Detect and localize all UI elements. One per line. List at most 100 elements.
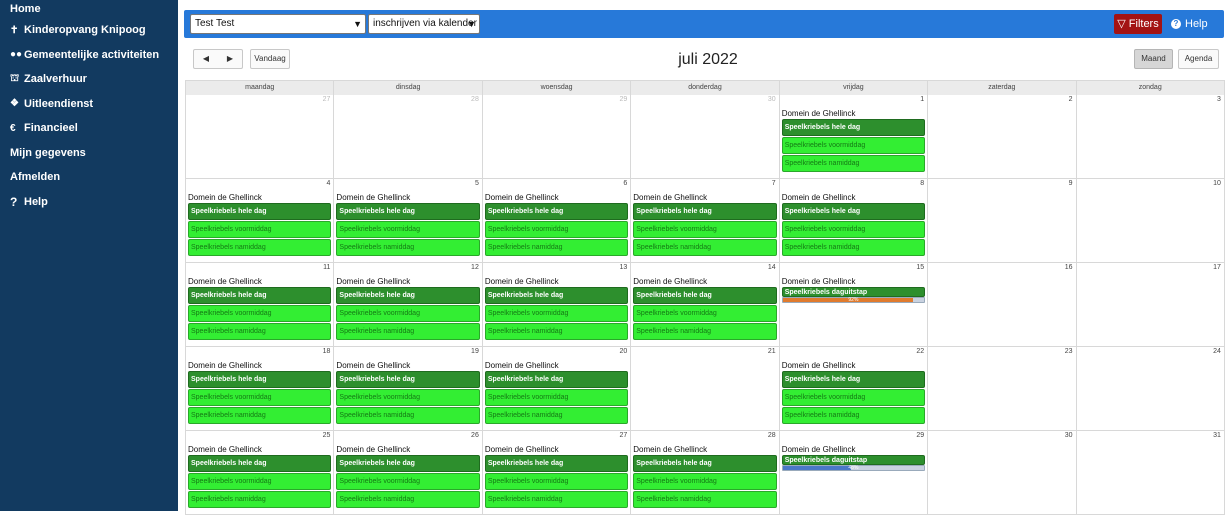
event-morning[interactable]: Speelkriebels voormiddag bbox=[484, 473, 629, 490]
event-morning[interactable]: Speelkriebels voormiddag bbox=[336, 473, 480, 490]
event-morning[interactable]: Speelkriebels voormiddag bbox=[781, 137, 926, 154]
day-number[interactable]: 7 bbox=[772, 180, 776, 187]
day-cell[interactable]: 22 Domein de Ghellinck Speelkriebels hele … bbox=[778, 347, 927, 430]
day-cell[interactable]: 26 Domein de Ghellinck Speelkriebels hele … bbox=[333, 431, 481, 514]
sidebar-item-uitleendienst[interactable]: ❖ Uitleendienst bbox=[0, 92, 178, 117]
event-trip[interactable]: Speelkriebels daguitstap bbox=[781, 455, 926, 465]
day-cell[interactable]: 27 Domein de Ghellinck Speelkriebels hele … bbox=[481, 431, 630, 514]
day-number[interactable]: 27 bbox=[619, 432, 627, 439]
day-number[interactable]: 25 bbox=[323, 432, 331, 439]
event-full-day[interactable]: Speelkriebels hele dag bbox=[484, 455, 629, 472]
mode-select[interactable]: inschrijven via kalender ▼ bbox=[368, 14, 480, 34]
event-afternoon[interactable]: Speelkriebels namiddag bbox=[781, 155, 926, 172]
day-number[interactable]: 14 bbox=[768, 264, 776, 271]
day-cell[interactable]: 6 Domein de Ghellinck Speelkriebels hele d… bbox=[481, 179, 630, 262]
sidebar-item-help[interactable]: ? Help bbox=[0, 190, 178, 215]
day-number[interactable]: 4 bbox=[327, 180, 331, 187]
day-cell[interactable]: 23 bbox=[927, 347, 1075, 430]
day-number[interactable]: 11 bbox=[323, 264, 330, 271]
day-number[interactable]: 30 bbox=[1065, 432, 1073, 439]
event-afternoon[interactable]: Speelkriebels namiddag bbox=[781, 407, 926, 424]
sidebar-item-zaalverhuur[interactable]: ⛫ Zaalverhuur bbox=[0, 67, 178, 92]
event-afternoon[interactable]: Speelkriebels namiddag bbox=[336, 491, 480, 508]
day-cell[interactable]: 19 Domein de Ghellinck Speelkriebels hele … bbox=[333, 347, 481, 430]
event-afternoon[interactable]: Speelkriebels namiddag bbox=[633, 239, 777, 256]
day-cell[interactable]: 28 bbox=[333, 95, 481, 178]
day-cell[interactable]: 18 Domein de Ghellinck Speelkriebels hele … bbox=[186, 347, 333, 430]
day-number[interactable]: 17 bbox=[1213, 264, 1221, 271]
event-full-day[interactable]: Speelkriebels hele dag bbox=[188, 455, 332, 472]
event-full-day[interactable]: Speelkriebels hele dag bbox=[336, 455, 480, 472]
day-number[interactable]: 13 bbox=[619, 264, 627, 271]
sidebar-item-mijn-gegevens[interactable]: Mijn gegevens bbox=[0, 141, 178, 166]
day-number[interactable]: 28 bbox=[471, 96, 479, 103]
day-cell[interactable]: 21 bbox=[630, 347, 778, 430]
day-number[interactable]: 12 bbox=[471, 264, 479, 271]
event-full-day[interactable]: Speelkriebels hele dag bbox=[633, 287, 777, 304]
day-cell[interactable]: 2 bbox=[927, 95, 1075, 178]
event-full-day[interactable]: Speelkriebels hele dag bbox=[336, 371, 480, 388]
event-full-day[interactable]: Speelkriebels hele dag bbox=[633, 203, 777, 220]
day-number[interactable]: 29 bbox=[619, 96, 627, 103]
event-morning[interactable]: Speelkriebels voormiddag bbox=[484, 389, 629, 406]
day-number[interactable]: 8 bbox=[920, 180, 924, 187]
event-morning[interactable]: Speelkriebels voormiddag bbox=[336, 221, 480, 238]
day-number[interactable]: 19 bbox=[471, 348, 479, 355]
sidebar-item-kinderopvang[interactable]: ✝ Kinderopvang Knipoog bbox=[0, 18, 178, 43]
event-full-day[interactable]: Speelkriebels hele dag bbox=[188, 203, 332, 220]
event-afternoon[interactable]: Speelkriebels namiddag bbox=[188, 407, 332, 424]
next-month-button[interactable]: ▶ bbox=[227, 50, 233, 68]
event-full-day[interactable]: Speelkriebels hele dag bbox=[781, 203, 926, 220]
day-cell[interactable]: 31 bbox=[1075, 431, 1224, 514]
day-cell[interactable]: 1 Domein de Ghellinck Speelkriebels hele d… bbox=[778, 95, 927, 178]
event-full-day[interactable]: Speelkriebels hele dag bbox=[781, 371, 926, 388]
event-full-day[interactable]: Speelkriebels hele dag bbox=[336, 287, 480, 304]
event-afternoon[interactable]: Speelkriebels namiddag bbox=[484, 323, 629, 340]
day-number[interactable]: 22 bbox=[916, 348, 924, 355]
day-number[interactable]: 24 bbox=[1213, 348, 1221, 355]
day-number[interactable]: 18 bbox=[323, 348, 331, 355]
day-number[interactable]: 2 bbox=[1069, 96, 1073, 103]
day-number[interactable]: 26 bbox=[471, 432, 479, 439]
month-view-button[interactable]: Maand bbox=[1134, 49, 1173, 69]
day-cell[interactable]: 7 Domein de Ghellinck Speelkriebels hele d… bbox=[630, 179, 778, 262]
day-cell[interactable]: 20 Domein de Ghellinck Speelkriebels hele … bbox=[481, 347, 630, 430]
event-morning[interactable]: Speelkriebels voormiddag bbox=[633, 473, 777, 490]
day-number[interactable]: 6 bbox=[623, 180, 627, 187]
day-cell[interactable]: 29 bbox=[481, 95, 630, 178]
event-full-day[interactable]: Speelkriebels hele dag bbox=[484, 287, 629, 304]
event-afternoon[interactable]: Speelkriebels namiddag bbox=[188, 323, 332, 340]
day-cell[interactable]: 9 bbox=[927, 179, 1075, 262]
event-morning[interactable]: Speelkriebels voormiddag bbox=[484, 305, 629, 322]
event-afternoon[interactable]: Speelkriebels namiddag bbox=[484, 239, 629, 256]
day-cell[interactable]: 25 Domein de Ghellinck Speelkriebels hele … bbox=[186, 431, 333, 514]
day-cell[interactable]: 13 Domein de Ghellinck Speelkriebels hele … bbox=[481, 263, 630, 346]
day-number[interactable]: 30 bbox=[768, 96, 776, 103]
filters-button[interactable]: ▽ Filters bbox=[1114, 14, 1162, 34]
event-afternoon[interactable]: Speelkriebels namiddag bbox=[484, 407, 629, 424]
help-button[interactable]: ? Help bbox=[1171, 14, 1208, 34]
day-cell[interactable]: 3 bbox=[1075, 95, 1224, 178]
user-select[interactable]: Test Test ▼ bbox=[190, 14, 366, 34]
day-number[interactable]: 23 bbox=[1065, 348, 1073, 355]
day-cell[interactable]: 30 bbox=[927, 431, 1075, 514]
day-number[interactable]: 31 bbox=[1213, 432, 1221, 439]
day-cell[interactable]: 16 bbox=[927, 263, 1075, 346]
day-number[interactable]: 3 bbox=[1217, 96, 1221, 103]
event-full-day[interactable]: Speelkriebels hele dag bbox=[336, 203, 480, 220]
event-morning[interactable]: Speelkriebels voormiddag bbox=[781, 389, 926, 406]
event-full-day[interactable]: Speelkriebels hele dag bbox=[188, 287, 332, 304]
today-button[interactable]: Vandaag bbox=[250, 49, 290, 69]
event-afternoon[interactable]: Speelkriebels namiddag bbox=[188, 239, 332, 256]
event-afternoon[interactable]: Speelkriebels namiddag bbox=[336, 407, 480, 424]
day-number[interactable]: 1 bbox=[920, 96, 924, 103]
event-morning[interactable]: Speelkriebels voormiddag bbox=[336, 389, 480, 406]
day-cell[interactable]: 12 Domein de Ghellinck Speelkriebels hele … bbox=[333, 263, 481, 346]
event-full-day[interactable]: Speelkriebels hele dag bbox=[484, 203, 629, 220]
event-morning[interactable]: Speelkriebels voormiddag bbox=[188, 305, 332, 322]
day-number[interactable]: 29 bbox=[916, 432, 924, 439]
day-number[interactable]: 15 bbox=[916, 264, 924, 271]
event-full-day[interactable]: Speelkriebels hele dag bbox=[781, 119, 926, 136]
day-cell[interactable]: 29 Domein de Ghellinck Speelkriebels dagui… bbox=[778, 431, 927, 514]
day-number[interactable]: 20 bbox=[619, 348, 627, 355]
